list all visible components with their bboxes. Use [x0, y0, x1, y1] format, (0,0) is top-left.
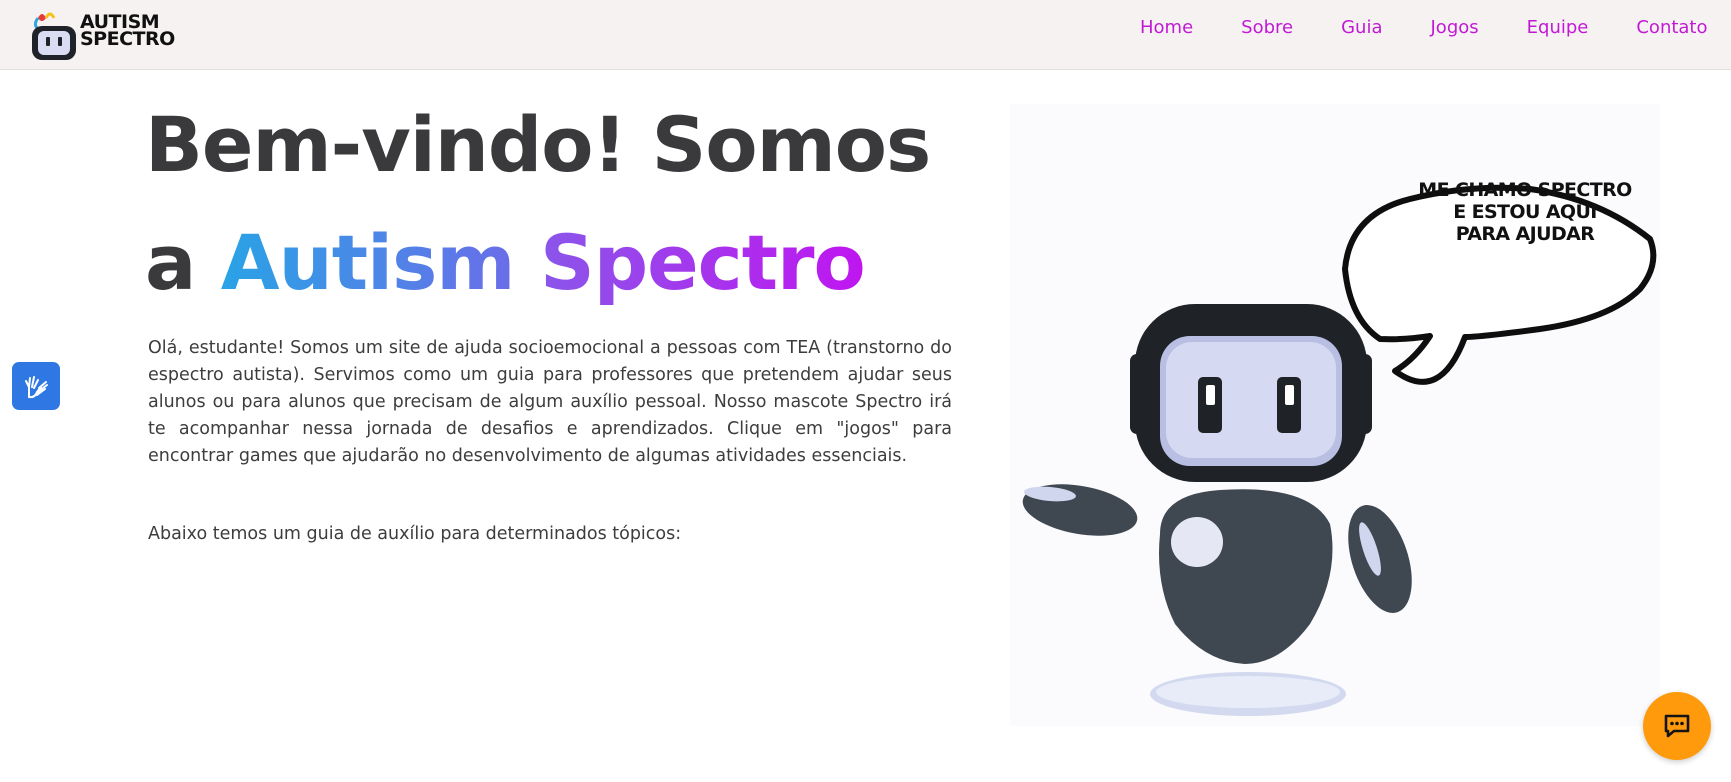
nav-contato[interactable]: Contato — [1636, 17, 1707, 38]
sign-language-hands-icon — [25, 376, 48, 399]
intro-paragraph: Olá, estudante! Somos um site de ajuda s… — [148, 338, 952, 466]
hero-title-brand-spectro: Spectro — [539, 218, 866, 307]
logo-text: AUTISM SPECTRO — [80, 13, 175, 50]
nav-jogos[interactable]: Jogos — [1431, 17, 1479, 38]
nav-sobre[interactable]: Sobre — [1241, 17, 1293, 38]
nav-equipe[interactable]: Equipe — [1527, 17, 1589, 38]
robot-logo-icon — [32, 12, 76, 60]
logo-text-line2: SPECTRO — [80, 28, 175, 50]
nav-home[interactable]: Home — [1140, 17, 1193, 38]
nav-guia[interactable]: Guia — [1341, 17, 1382, 38]
site-logo[interactable]: AUTISM SPECTRO — [28, 2, 198, 62]
chat-button[interactable] — [1643, 692, 1711, 760]
main-nav: Home Sobre Guia Jogos Equipe Contato — [1140, 17, 1708, 38]
hero-title: Bem-vindo! Somos a Autism Spectro — [145, 86, 931, 322]
speech-line3: PARA AJUDAR — [1455, 223, 1595, 245]
speech-line1: ME CHAMO SPECTRO — [1418, 179, 1632, 201]
top-navbar: AUTISM SPECTRO Home Sobre Guia Jogos Equ… — [0, 0, 1731, 70]
speech-bubble-text: ME CHAMO SPECTRO E ESTOU AQUI PARA AJUDA… — [1392, 179, 1658, 245]
accessibility-button[interactable] — [12, 362, 60, 410]
hero-title-brand-autism: Autism — [220, 218, 516, 307]
hero-title-line1: Bem-vindo! Somos — [145, 100, 931, 189]
hero-title-prefix: a — [145, 218, 196, 307]
guide-note: Abaixo temos um guia de auxílio para det… — [148, 524, 682, 544]
speech-line2: E ESTOU AQUI — [1453, 201, 1597, 223]
chat-bubble-icon — [1664, 714, 1690, 738]
